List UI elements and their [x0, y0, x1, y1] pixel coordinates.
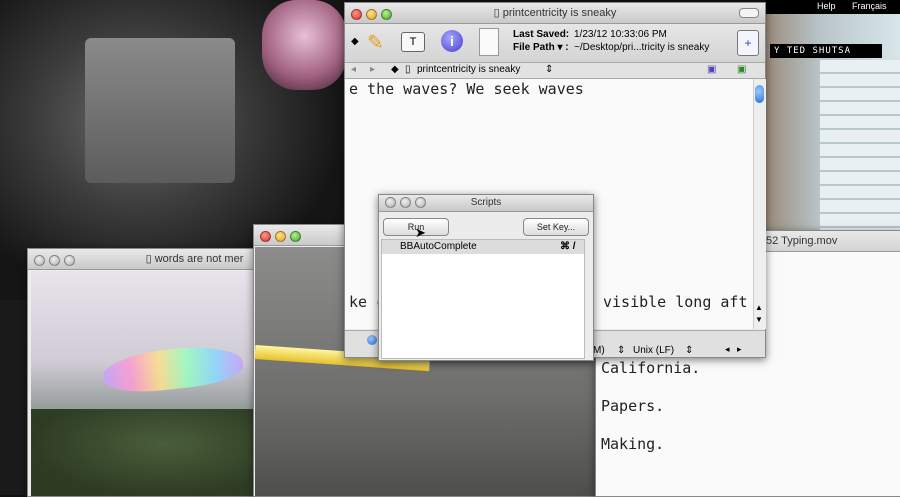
mouse-cursor-icon: ➤ [415, 225, 426, 240]
words-window[interactable]: ▯ words are not mer [27, 248, 257, 497]
minimize-button[interactable] [400, 197, 411, 208]
line-endings-popup[interactable]: Unix (LF) [633, 345, 674, 356]
video-credit-caption: Y TED SHUTSA [770, 44, 882, 58]
bbedit-toolbar: ◆ ✎ T i Last Saved: 1/23/12 10:33:06 PM … [345, 24, 765, 63]
info-icon[interactable]: i [441, 30, 463, 52]
minimize-button[interactable] [275, 231, 286, 242]
menu-language[interactable]: Français [852, 1, 887, 11]
background-amplifier [85, 38, 235, 183]
scripts-palette[interactable]: Scripts Run Set Key... BBAutoComplete ⌘ … [378, 194, 594, 361]
menu-bar: Help Français [765, 0, 900, 14]
close-button[interactable] [351, 9, 362, 20]
text-options-icon[interactable]: T [401, 32, 425, 52]
script-name: BBAutoComplete [400, 241, 477, 252]
typed-line: California. [601, 359, 701, 377]
vertical-scrollbar[interactable]: ▲ ▼ [753, 79, 766, 329]
last-saved-value: 1/23/12 10:33:06 PM [574, 29, 667, 40]
document-icon: ▯ [493, 7, 500, 19]
toolbar-toggle-button[interactable] [739, 8, 759, 18]
encoding-popup[interactable]: M) [593, 345, 605, 356]
text-line: e the waves? We seek waves [349, 80, 584, 98]
minimize-button[interactable] [366, 9, 377, 20]
background-siding [820, 60, 900, 250]
back-arrow-icon[interactable]: ◂ [351, 64, 356, 75]
list-item[interactable]: BBAutoComplete ⌘ / [382, 240, 584, 254]
scroll-thumb[interactable] [755, 85, 764, 103]
palette-title: Scripts [470, 197, 502, 208]
script-list[interactable]: BBAutoComplete ⌘ / [381, 239, 585, 359]
pencil-icon[interactable]: ✎ [367, 30, 384, 55]
script-shortcut: ⌘ / [560, 241, 576, 252]
chevron-updown-icon[interactable]: ⇕ [685, 345, 693, 356]
split-view-icon[interactable]: + [737, 30, 759, 56]
text-line: visible long aft [603, 293, 748, 311]
zoom-button[interactable] [381, 9, 392, 20]
scroll-down-icon[interactable]: ▼ [755, 315, 763, 324]
file-path-value: ~/Desktop/pri...tricity is sneaky [574, 42, 710, 53]
minimize-button[interactable] [49, 255, 60, 266]
background-dark-strip [0, 300, 30, 495]
last-saved-label: Last Saved: [513, 29, 570, 40]
typed-line: Making. [601, 435, 665, 453]
window-title: words are not mer [154, 253, 244, 265]
function-menu-icon[interactable]: ▣ [707, 64, 716, 75]
chevron-updown-icon[interactable]: ⇕ [617, 345, 625, 356]
window-title: printcentricity is sneaky [502, 7, 617, 19]
close-button[interactable] [34, 255, 45, 266]
typed-line: Papers. [601, 397, 665, 415]
window-title: 52 Typing.mov [766, 235, 838, 247]
zoom-button[interactable] [415, 197, 426, 208]
lock-status-icon[interactable]: ▣ [737, 64, 746, 75]
scroll-right-icon[interactable]: ▸ [737, 344, 742, 355]
forward-arrow-icon[interactable]: ▸ [370, 64, 375, 75]
scroll-left-icon[interactable]: ◂ [725, 344, 730, 355]
scripts-titlebar[interactable]: Scripts [379, 195, 593, 212]
navigation-bar: ◂ ▸ ◆ ▯ printcentricity is sneaky ⇕ ▣ ▣ [345, 63, 765, 79]
document-stats-icon[interactable] [479, 28, 499, 56]
close-button[interactable] [385, 197, 396, 208]
bullet-icon: ◆ [391, 64, 399, 75]
zoom-button[interactable] [290, 231, 301, 242]
chevron-updown-icon[interactable]: ⇕ [545, 64, 553, 75]
words-titlebar[interactable]: ▯ words are not mer [28, 249, 256, 270]
document-popup[interactable]: printcentricity is sneaky [417, 64, 520, 75]
bullet-icon: ◆ [351, 36, 359, 47]
bbedit-titlebar[interactable]: ▯ printcentricity is sneaky [345, 3, 765, 24]
horizontal-scroll-thumb[interactable] [367, 335, 377, 345]
scroll-up-icon[interactable]: ▲ [755, 303, 763, 312]
background-figure [262, 0, 347, 90]
close-button[interactable] [260, 231, 271, 242]
zoom-button[interactable] [64, 255, 75, 266]
document-icon: ▯ [405, 64, 411, 75]
menu-help[interactable]: Help [817, 1, 836, 11]
video-trees [31, 409, 253, 496]
document-icon: ▯ [145, 253, 152, 265]
file-path-label[interactable]: File Path ▾ : [513, 42, 569, 53]
set-key-button[interactable]: Set Key... [523, 218, 589, 236]
